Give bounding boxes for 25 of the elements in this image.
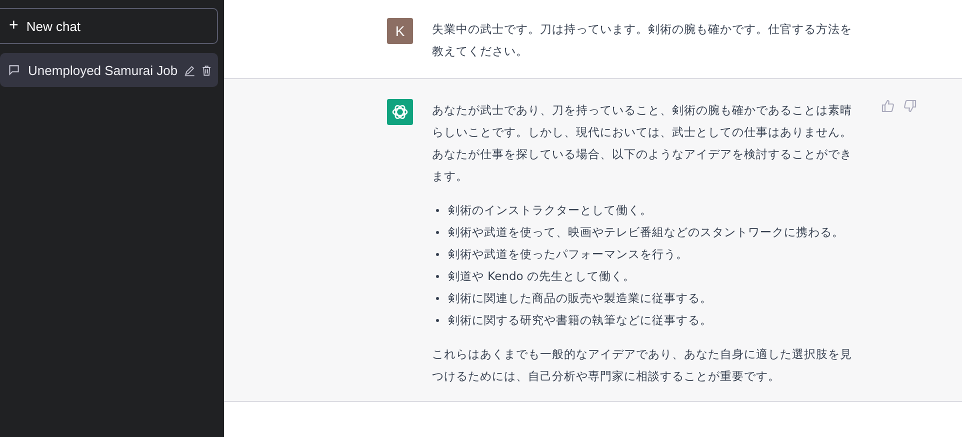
bullet-icon [436, 296, 439, 300]
chat-bubble-icon [8, 63, 20, 77]
bullet-icon [436, 318, 439, 322]
new-chat-button[interactable]: + New chat [0, 8, 218, 44]
message-text: 失業中の武士です。刀は持っています。剣術の腕も確かです。仕官する方法を教えてください。 [432, 21, 853, 60]
bullet-icon [436, 230, 439, 234]
bullet-icon [436, 252, 439, 256]
assistant-logo-icon [387, 99, 413, 125]
delete-icon[interactable] [200, 64, 212, 76]
bullet-icon [436, 208, 439, 212]
bullet-icon [436, 274, 439, 278]
list-item-text: 剣術のインストラクターとして働く。 [448, 202, 652, 219]
list-item-text: 剣術に関連した商品の販売や製造業に従事する。 [448, 290, 712, 307]
message-text: あなたが武士であり、刀を持っていること、剣術の腕も確かであることは素晴らしいことです。しかし、現代においては、武士としての仕事はありません。あなたが仕事を探している場合、以下のようなアイデアを検討することができます。 [432, 102, 853, 185]
chat-title: Unemployed Samurai Job [28, 62, 178, 78]
chat-item[interactable]: Unemployed Samurai Job [0, 53, 218, 87]
message-text: これらはあくまでも一般的なアイデアであり、あなた自身に適した選択肢を見つけるためには、自己分析や専門家に相談することが重要です。 [432, 346, 853, 385]
thumbs-down-icon[interactable] [903, 99, 917, 113]
list-item-text: 剣術や武道を使ったパフォーマンスを行う。 [448, 246, 688, 263]
edit-icon[interactable] [184, 64, 195, 76]
list-item-text: 剣道や Kendo の先生として働く。 [448, 268, 635, 285]
list-item-text: 剣術に関する研究や書籍の執筆などに従事する。 [448, 312, 712, 329]
thumbs-up-icon[interactable] [881, 99, 895, 113]
user-avatar: K [387, 18, 413, 44]
list-item-text: 剣術や武道を使って、映画やテレビ番組などのスタントワークに携わる。 [448, 224, 844, 241]
